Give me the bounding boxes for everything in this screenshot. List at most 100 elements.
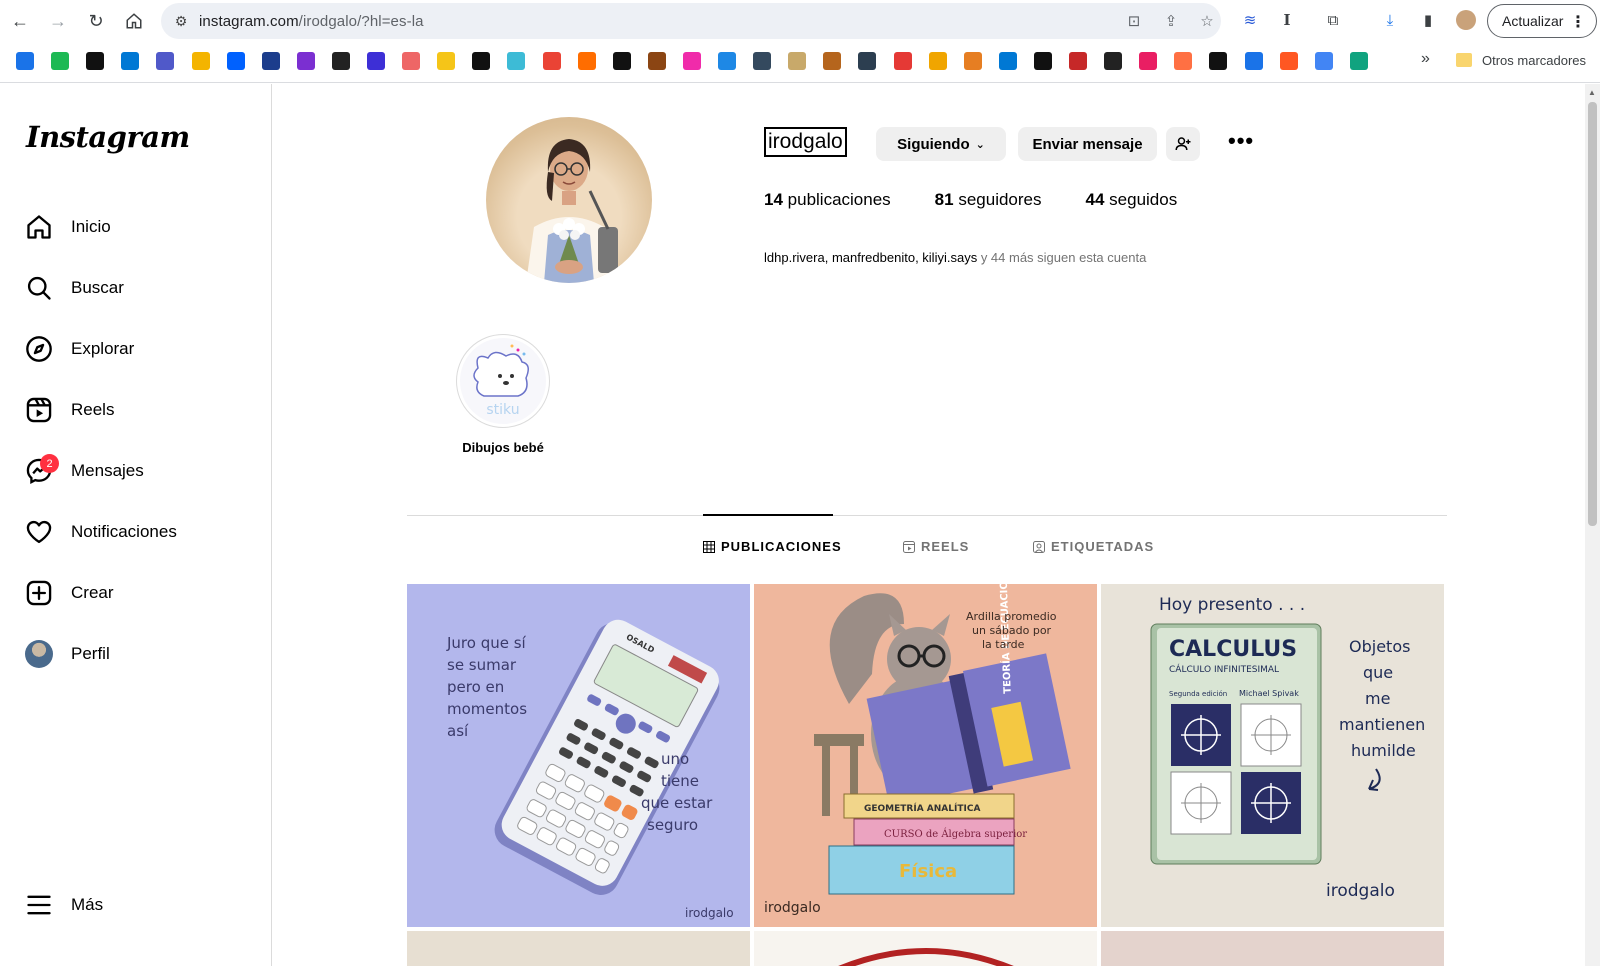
bookmark-favicon-icon[interactable]	[1033, 52, 1052, 70]
site-info-icon[interactable]: ⚙	[171, 11, 191, 31]
bookmark-favicon-icon[interactable]	[1279, 52, 1298, 70]
bookmark-favicon-icon[interactable]	[998, 52, 1017, 70]
highlight-label[interactable]: Dibujos bebé	[423, 440, 583, 455]
side-panel-icon[interactable]: ▮	[1417, 9, 1439, 31]
install-app-icon[interactable]: ⊡	[1123, 11, 1145, 31]
share-icon[interactable]: ⇪	[1160, 11, 1182, 31]
bookmark-favicon-icon[interactable]	[402, 52, 421, 70]
followers-stat[interactable]: 81 seguidores	[935, 190, 1042, 210]
back-icon[interactable]: ←	[6, 7, 34, 35]
bookmark-favicon-icon[interactable]	[753, 52, 772, 70]
download-icon[interactable]: ⤓	[1379, 9, 1401, 31]
bookmark-favicon-icon[interactable]	[437, 52, 456, 70]
bookmark-favicon-icon[interactable]	[191, 52, 210, 70]
bookmark-favicon-icon[interactable]	[577, 52, 596, 70]
bookmark-favicon-icon[interactable]	[1139, 52, 1158, 70]
followed-by[interactable]: ldhp.rivera, manfredbenito, kiliyi.says …	[764, 250, 1146, 265]
post-tile[interactable]: OSALD Juro que sí se sumar pero en momen…	[407, 584, 750, 927]
bookmark-favicon-icon[interactable]	[1174, 52, 1193, 70]
nav-more[interactable]: Más	[24, 885, 254, 925]
tab-posts[interactable]: PUBLICACIONES	[703, 539, 842, 554]
bookmark-favicon-icon[interactable]	[928, 52, 947, 70]
post-tile[interactable]	[1101, 931, 1444, 966]
bookmark-favicon-icon[interactable]	[858, 52, 877, 70]
nav-notifications[interactable]: Notificaciones	[24, 512, 254, 552]
bookmark-favicon-icon[interactable]	[1209, 52, 1228, 70]
bookmark-favicon-icon[interactable]	[51, 52, 70, 70]
home-browser-icon[interactable]	[120, 7, 148, 35]
profile-username[interactable]: irodgalo	[764, 127, 847, 157]
tab-tagged[interactable]: ETIQUETADAS	[1033, 539, 1154, 554]
bookmark-favicon-icon[interactable]	[261, 52, 280, 70]
extensions-puzzle-icon[interactable]: ⧉	[1322, 9, 1344, 31]
bookmark-favicon-icon[interactable]	[788, 52, 807, 70]
bookmark-favicon-icon[interactable]	[296, 52, 315, 70]
post-tile[interactable]: Hoy presento . . . CALCULUS CÁLCULO INFI…	[1101, 584, 1444, 927]
tab-reels[interactable]: REELS	[903, 539, 969, 554]
url-text[interactable]: instagram.com/irodgalo/?hl=es-la	[199, 13, 424, 30]
update-button[interactable]: Actualizar ⋮	[1487, 4, 1597, 38]
bookmark-favicon-icon[interactable]	[367, 52, 385, 70]
bookmark-favicon-icon[interactable]	[1069, 52, 1087, 70]
more-bookmarks-icon[interactable]: »	[1421, 50, 1430, 68]
bookmark-favicon-icon[interactable]	[718, 52, 736, 70]
nav-home[interactable]: Inicio	[24, 207, 254, 247]
bookmark-favicon-icon[interactable]	[1314, 52, 1333, 70]
svg-text:así: así	[447, 722, 469, 740]
page-scrollbar[interactable]: ▲	[1585, 84, 1600, 966]
bookmark-favicon-icon[interactable]	[823, 52, 842, 70]
svg-text:irodgalo: irodgalo	[685, 906, 734, 920]
post-tile[interactable]: TEORÍA DE ECUACIONES GEOMETRÍA ANALÍTICA…	[754, 584, 1097, 927]
bookmark-favicon-icon[interactable]	[331, 52, 350, 70]
other-bookmarks[interactable]: Otros marcadores	[1482, 53, 1586, 68]
svg-text:Juro que sí: Juro que sí	[446, 634, 527, 652]
send-message-button[interactable]: Enviar mensaje	[1018, 127, 1157, 161]
nav-search[interactable]: Buscar	[24, 268, 254, 308]
bookmark-favicon-icon[interactable]	[226, 52, 245, 70]
bookmark-favicon-icon[interactable]	[647, 52, 666, 70]
bookmark-favicon-icon[interactable]	[893, 52, 912, 70]
address-bar[interactable]: ⚙ instagram.com/irodgalo/?hl=es-la ⊡ ⇪ ☆	[161, 3, 1221, 39]
extension-icon[interactable]: ≋	[1239, 9, 1261, 31]
bookmark-favicon-icon[interactable]	[682, 52, 701, 70]
bookmark-favicon-icon[interactable]	[121, 52, 140, 70]
profile-picture[interactable]	[486, 117, 652, 283]
menu-icon[interactable]: ⋮	[1570, 12, 1586, 32]
scrollbar-thumb[interactable]	[1588, 102, 1597, 526]
forward-icon[interactable]: →	[44, 7, 72, 35]
options-icon[interactable]: •••	[1228, 128, 1254, 154]
nav-explore[interactable]: Explorar	[24, 329, 254, 369]
suggest-user-button[interactable]	[1166, 127, 1200, 161]
svg-text:momentos: momentos	[447, 700, 527, 718]
svg-text:me: me	[1365, 689, 1390, 708]
scroll-up-icon[interactable]: ▲	[1588, 88, 1596, 97]
bookmark-favicon-icon[interactable]	[612, 52, 631, 70]
nav-profile[interactable]: Perfil	[24, 634, 254, 674]
profile-avatar[interactable]	[1455, 9, 1477, 31]
bookmark-favicon-icon[interactable]	[86, 52, 105, 70]
following-button[interactable]: Siguiendo ⌄	[876, 127, 1006, 161]
story-highlight[interactable]: stiku	[456, 334, 550, 428]
instagram-logo[interactable]: Instagram	[26, 120, 190, 154]
bookmark-favicon-icon[interactable]	[156, 52, 175, 70]
nav-label-create: Crear	[71, 583, 114, 602]
bookmark-favicon-icon[interactable]	[472, 52, 491, 70]
bookmark-favicon-icon[interactable]	[1104, 52, 1123, 70]
extension-i-icon[interactable]: I	[1276, 9, 1298, 31]
bookmark-favicon-icon[interactable]	[1244, 52, 1263, 70]
nav-label-messages: Mensajes	[71, 461, 144, 480]
bookmark-favicon-icon[interactable]	[1349, 52, 1368, 70]
bookmark-favicon-icon[interactable]	[963, 52, 982, 70]
bookmark-favicon-icon[interactable]	[507, 52, 526, 70]
bookmark-favicon-icon[interactable]	[16, 52, 34, 70]
post-tile[interactable]	[407, 931, 750, 966]
nav-messages[interactable]: 2 Mensajes	[24, 451, 254, 491]
following-stat[interactable]: 44 seguidos	[1086, 190, 1178, 210]
reload-icon[interactable]: ↻	[82, 7, 110, 35]
nav-reels[interactable]: Reels	[24, 390, 254, 430]
star-icon[interactable]: ☆	[1196, 11, 1218, 31]
post-tile[interactable]	[754, 931, 1097, 966]
svg-text:Física: Física	[899, 861, 957, 882]
nav-create[interactable]: Crear	[24, 573, 254, 613]
bookmark-favicon-icon[interactable]	[542, 52, 561, 70]
